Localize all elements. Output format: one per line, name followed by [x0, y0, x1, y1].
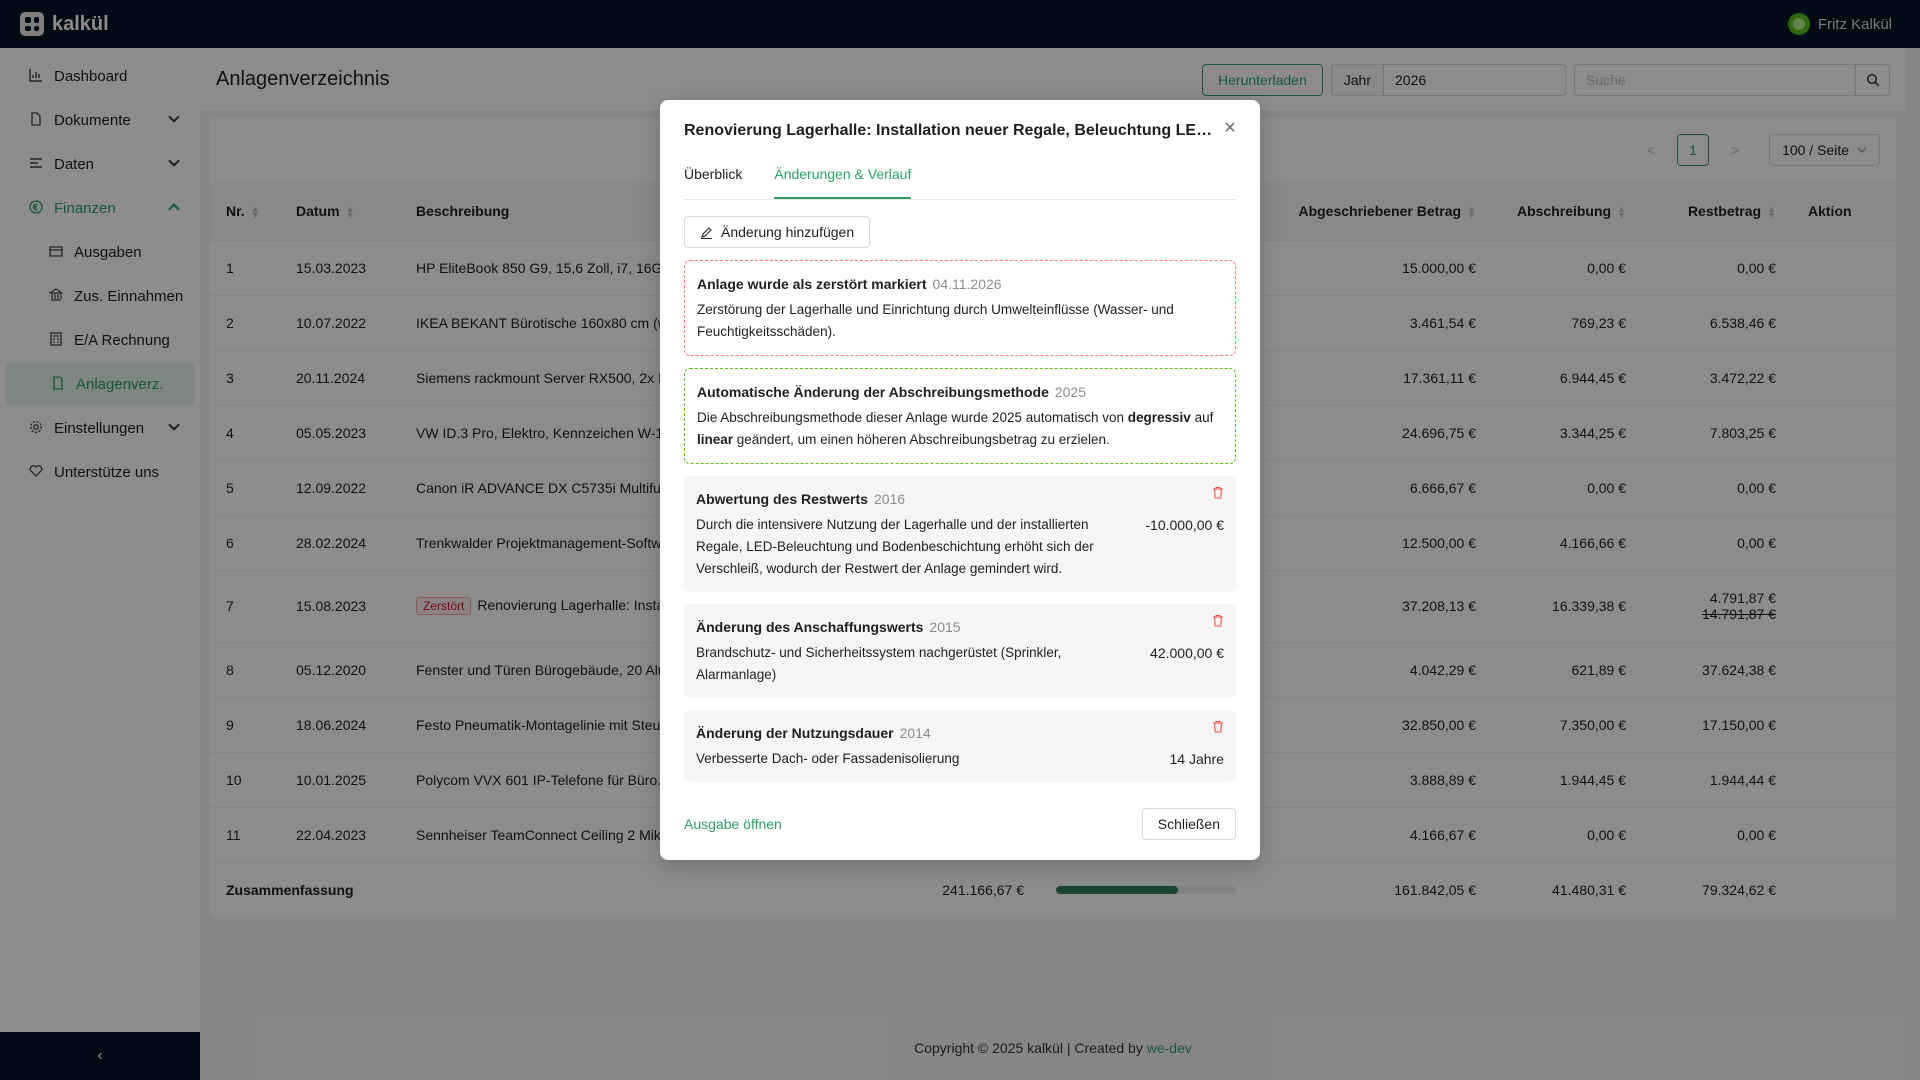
card-title-text: Abwertung des Restwerts: [696, 491, 868, 507]
add-change-button[interactable]: Änderung hinzufügen: [684, 216, 871, 248]
card-text-bold: degressiv: [1127, 410, 1191, 425]
trash-icon[interactable]: [1212, 612, 1224, 634]
card-title-text: Anlage wurde als zerstört markiert: [697, 276, 927, 292]
close-icon[interactable]: ×: [1220, 118, 1240, 138]
asset-history-modal: Renovierung Lagerhalle: Installation neu…: [660, 100, 1260, 860]
card-body: Durch die intensivere Nutzung der Lagerh…: [696, 514, 1224, 580]
card-title: Änderung des Anschaffungswerts 2015: [696, 616, 1224, 638]
tab-ueberblick[interactable]: Überblick: [684, 162, 742, 199]
card-text: Verbesserte Dach- oder Fassadenisolierun…: [696, 751, 960, 766]
card-title-text: Änderung des Anschaffungswerts: [696, 619, 924, 635]
card-text-part: geändert, um einen höheren Abschreibungs…: [733, 432, 1110, 447]
card-value: 14 Jahre: [1169, 751, 1224, 767]
card-date: 2014: [899, 725, 931, 741]
card-text-part: auf: [1190, 410, 1214, 425]
card-text: Die Abschreibungsmethode dieser Anlage w…: [697, 407, 1223, 451]
edit-icon: [701, 226, 712, 239]
card-value: -10.000,00 €: [1145, 517, 1224, 533]
tab-aenderungen[interactable]: Änderungen & Verlauf: [774, 162, 912, 199]
card-date: 2025: [1054, 384, 1087, 400]
card-value: 42.000,00 €: [1150, 645, 1224, 661]
add-change-label: Änderung hinzufügen: [721, 224, 855, 240]
change-card-destroyed: Anlage wurde als zerstört markiert 04.11.…: [684, 260, 1236, 356]
card-text: Brandschutz- und Sicherheitssystem nachg…: [696, 645, 1062, 682]
card-date: 04.11.2026: [932, 276, 1002, 292]
trash-icon[interactable]: [1212, 484, 1224, 506]
card-text: Durch die intensivere Nutzung der Lagerh…: [696, 517, 1094, 576]
close-button[interactable]: Schließen: [1141, 808, 1236, 840]
change-card-restwert: Abwertung des Restwerts 2016 Durch die in…: [684, 476, 1236, 592]
change-card-anschaffungswert: Änderung des Anschaffungswerts 2015 Brand…: [684, 604, 1236, 698]
card-title-text: Änderung der Nutzungsdauer: [696, 725, 894, 741]
card-date: 2015: [929, 619, 961, 635]
modal-title: Renovierung Lagerhalle: Installation neu…: [684, 122, 1214, 139]
card-title-text: Automatische Änderung der Abschreibungsm…: [697, 384, 1049, 400]
modal-tabs: Überblick Änderungen & Verlauf: [684, 162, 1236, 200]
open-expense-link[interactable]: Ausgabe öffnen: [684, 816, 782, 832]
card-title: Änderung der Nutzungsdauer 2014: [696, 722, 1224, 744]
card-body: Brandschutz- und Sicherheitssystem nachg…: [696, 642, 1224, 686]
card-text-bold: linear: [697, 432, 734, 447]
card-title: Automatische Änderung der Abschreibungsm…: [697, 381, 1223, 403]
change-card-method: Automatische Änderung der Abschreibungsm…: [684, 368, 1236, 464]
card-body: Verbesserte Dach- oder Fassadenisolierun…: [696, 748, 1224, 770]
modal-footer: Ausgabe öffnen Schließen: [684, 808, 1236, 840]
trash-icon[interactable]: [1212, 718, 1224, 740]
card-title: Abwertung des Restwerts 2016: [696, 488, 1224, 510]
card-text-part: Die Abschreibungsmethode dieser Anlage w…: [697, 410, 1128, 425]
card-date: 2016: [873, 491, 906, 507]
card-title: Anlage wurde als zerstört markiert 04.11.…: [697, 273, 1223, 295]
card-text: Zerstörung der Lagerhalle und Einrichtun…: [697, 302, 1174, 339]
change-card-nutzungsdauer: Änderung der Nutzungsdauer 2014 Verbesser…: [684, 710, 1236, 782]
